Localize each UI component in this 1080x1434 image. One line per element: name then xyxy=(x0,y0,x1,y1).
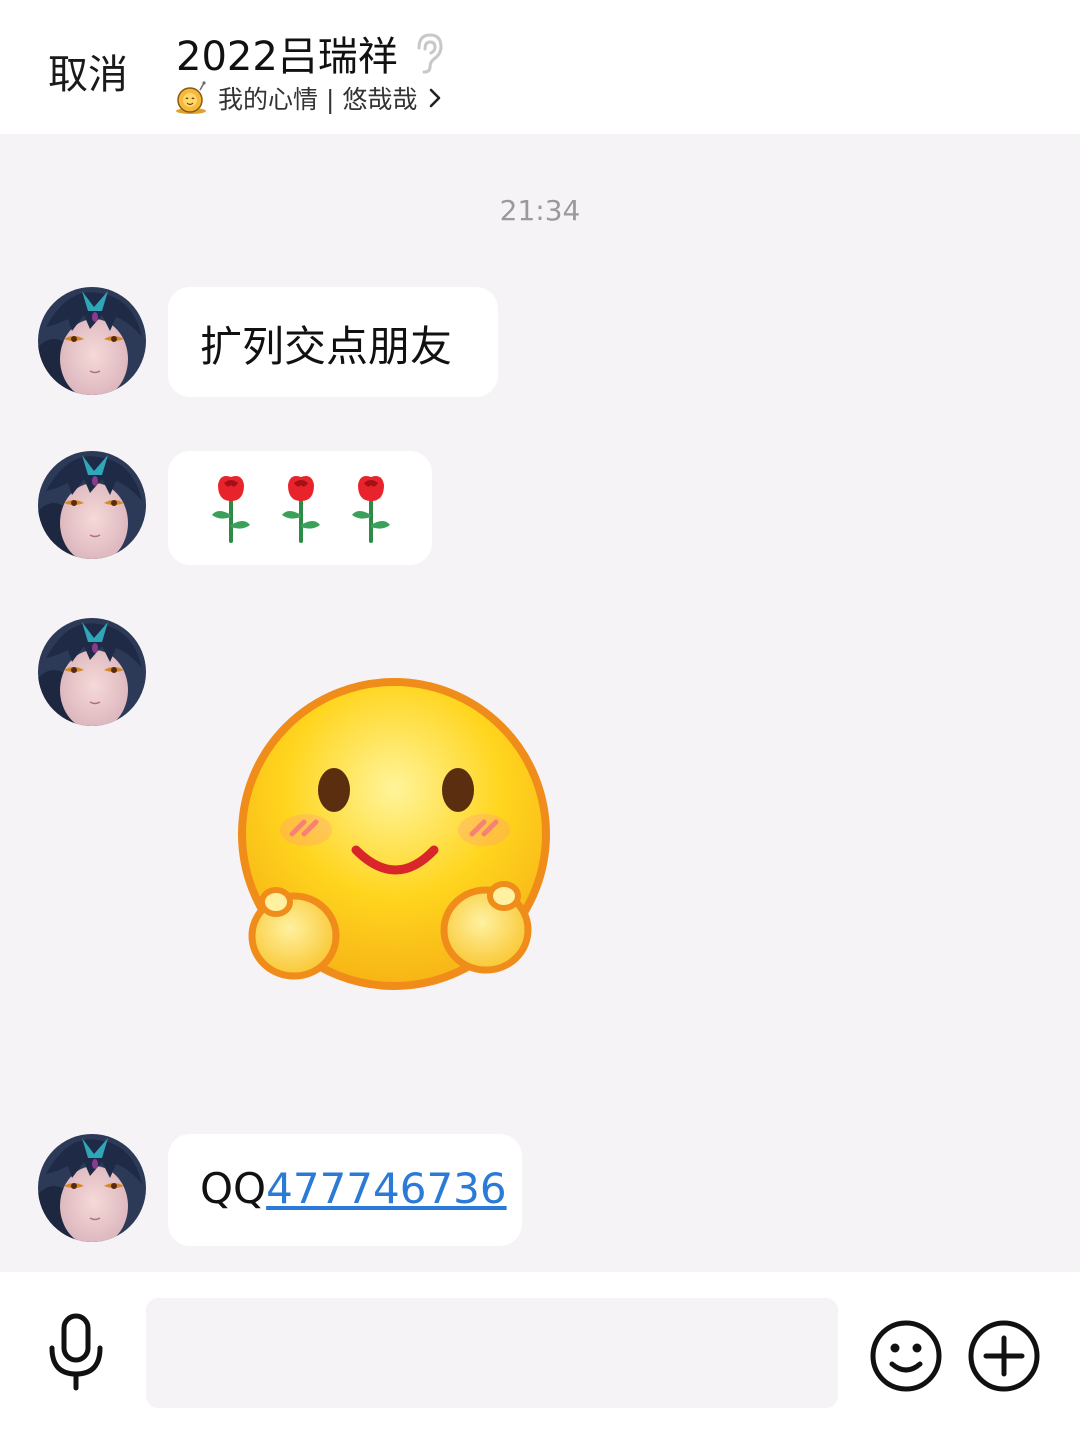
microphone-icon[interactable] xyxy=(44,1312,108,1392)
avatar[interactable] xyxy=(38,451,146,559)
qq-message-text: QQ477746736 xyxy=(200,1164,507,1213)
smiling-hug-emoji[interactable] xyxy=(236,674,554,1004)
emoji-message-bubble[interactable] xyxy=(168,451,432,565)
contact-name: 2022吕瑞祥 xyxy=(176,34,398,80)
snail-mood-icon xyxy=(176,81,206,114)
qq-number-link[interactable]: 477746736 xyxy=(266,1164,507,1213)
plus-icon[interactable] xyxy=(966,1318,1042,1394)
avatar[interactable] xyxy=(38,287,146,395)
contact-title-row[interactable]: 2022吕瑞祥 xyxy=(176,24,446,82)
mood-status-row[interactable]: 我的心情 | 悠哉哉 xyxy=(174,80,443,116)
input-bar xyxy=(0,1272,1080,1434)
chat-header: 取消 2022吕瑞祥 我的心情 | 悠哉哉 xyxy=(0,0,1080,134)
mood-status-text: 我的心情 | 悠哉哉 xyxy=(218,85,418,114)
message-bubble[interactable]: 扩列交点朋友 xyxy=(168,287,498,397)
rose-icon xyxy=(346,471,396,545)
avatar[interactable] xyxy=(38,618,146,726)
timestamp: 21:34 xyxy=(499,194,581,227)
qq-prefix: QQ xyxy=(200,1164,267,1213)
avatar[interactable] xyxy=(38,1134,146,1242)
message-input[interactable] xyxy=(146,1298,838,1408)
smiley-icon[interactable] xyxy=(868,1318,944,1394)
chat-area[interactable]: 21:34 扩列交点朋友 QQ477746736 xyxy=(0,134,1080,1272)
message-text: 扩列交点朋友 xyxy=(200,322,453,371)
rose-icon xyxy=(206,471,256,545)
ear-icon xyxy=(417,33,443,74)
rose-icon xyxy=(276,471,326,545)
chevron-right-icon xyxy=(430,88,441,108)
message-bubble[interactable]: QQ477746736 xyxy=(168,1134,522,1246)
cancel-button[interactable]: 取消 xyxy=(48,42,128,100)
